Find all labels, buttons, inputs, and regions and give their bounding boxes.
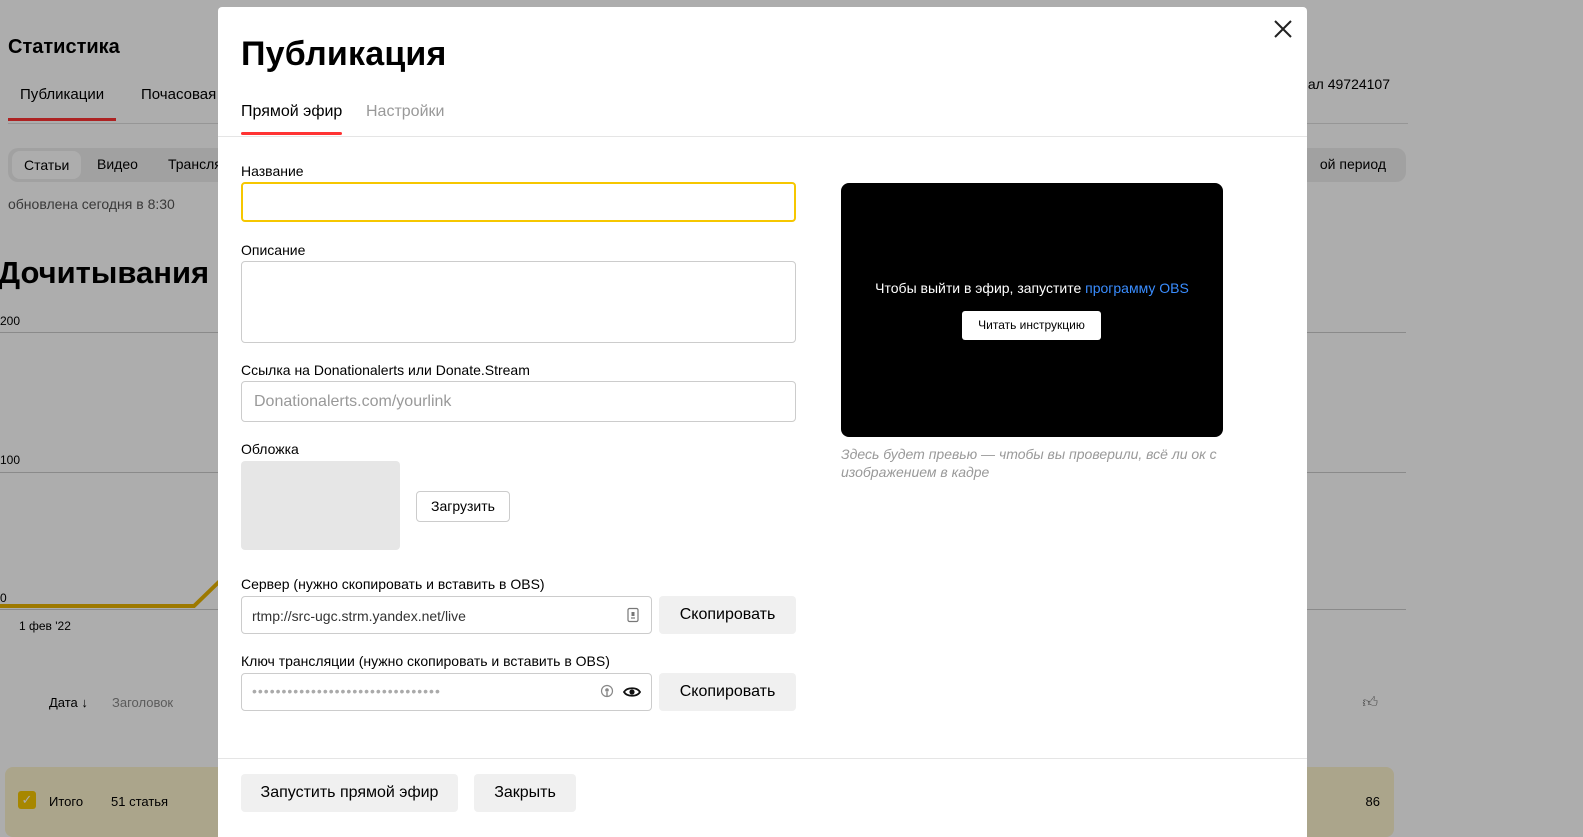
password-key-icon[interactable] <box>599 684 615 700</box>
obs-link[interactable]: программу OBS <box>1085 280 1189 296</box>
publication-modal: Публикация Прямой эфир Настройки Названи… <box>218 7 1307 837</box>
server-field[interactable]: rtmp://src-ugc.strm.yandex.net/live <box>241 596 652 634</box>
stream-preview: Чтобы выйти в эфир, запустите программу … <box>841 183 1223 437</box>
preview-note: Здесь будет превью — чтобы вы проверили,… <box>841 446 1217 480</box>
stream-key-masked: •••••••••••••••••••••••••••••••• <box>252 683 441 699</box>
donate-link-label: Ссылка на Donationalerts или Donate.Stre… <box>241 362 530 378</box>
tab-settings[interactable]: Настройки <box>366 103 444 121</box>
start-stream-button[interactable]: Запустить прямой эфир <box>241 774 458 812</box>
preview-message: Чтобы выйти в эфир, запустите программу … <box>841 280 1223 296</box>
description-label: Описание <box>241 242 306 258</box>
server-value: rtmp://src-ugc.strm.yandex.net/live <box>252 608 466 624</box>
upload-button[interactable]: Загрузить <box>416 491 510 522</box>
stream-key-field[interactable]: •••••••••••••••••••••••••••••••• <box>241 673 652 711</box>
read-instructions-button[interactable]: Читать инструкцию <box>962 311 1101 340</box>
name-input[interactable] <box>241 182 796 222</box>
modal-title: Публикация <box>241 35 447 73</box>
stream-key-label: Ключ трансляции (нужно скопировать и вст… <box>241 653 610 669</box>
cover-placeholder[interactable] <box>241 461 400 550</box>
name-label: Название <box>241 163 304 179</box>
preview-text: Чтобы выйти в эфир, запустите <box>875 280 1086 296</box>
modal-footer: Запустить прямой эфир Закрыть <box>218 758 1307 837</box>
cover-label: Обложка <box>241 441 299 457</box>
tab-live[interactable]: Прямой эфир <box>241 103 343 135</box>
modal-tabs: Прямой эфир Настройки <box>218 101 1307 137</box>
copy-server-button[interactable]: Скопировать <box>659 596 796 634</box>
eye-icon[interactable] <box>622 684 642 700</box>
server-label: Сервер (нужно скопировать и вставить в O… <box>241 576 545 592</box>
description-input[interactable] <box>241 261 796 343</box>
autofill-icon[interactable] <box>625 607 641 623</box>
copy-key-button[interactable]: Скопировать <box>659 673 796 711</box>
donate-link-input[interactable] <box>241 381 796 422</box>
close-button[interactable]: Закрыть <box>474 774 576 812</box>
close-icon[interactable] <box>1271 17 1295 41</box>
